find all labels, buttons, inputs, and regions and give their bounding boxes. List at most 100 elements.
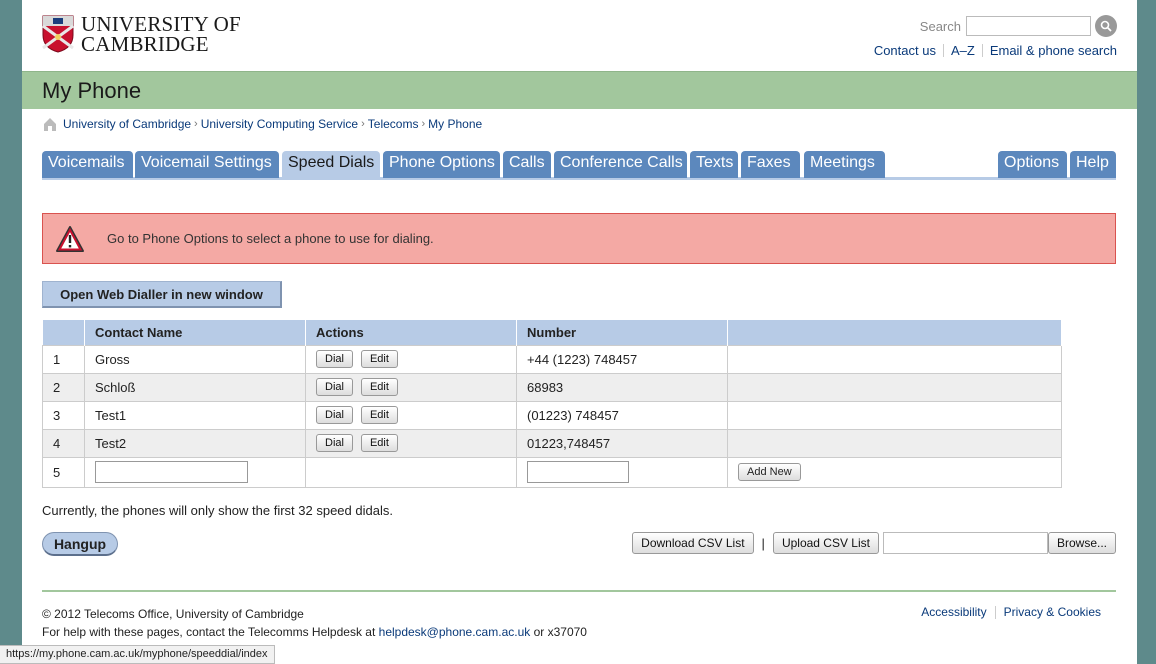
actions-cell: Dial Edit [305,428,517,458]
edit-button[interactable]: Edit [360,406,398,424]
divider [981,44,983,57]
footer-divider [42,590,1116,592]
tab-texts[interactable]: Texts [690,151,738,178]
phone-number: 01223,748457 [516,428,728,458]
header-index [42,320,85,345]
header-extra [727,320,1062,345]
contact-us-link[interactable]: Contact us [874,43,936,58]
tab-options[interactable]: Options [998,151,1067,178]
actions-cell: Dial Edit [305,344,517,374]
new-name-cell [84,456,306,488]
accessibility-link[interactable]: Accessibility [921,605,986,619]
tab-voicemails[interactable]: Voicemails [42,151,133,178]
table-row: 4 Test2 Dial Edit 01223,748457 [42,428,1062,458]
breadcrumb-my-phone[interactable]: My Phone [428,117,482,131]
breadcrumb: University of Cambridge › University Com… [42,116,482,132]
phone-number: (01223) 748457 [516,400,728,430]
edit-button[interactable]: Edit [360,378,398,396]
dial-button[interactable]: Dial [316,378,353,396]
search-button[interactable] [1095,15,1117,37]
header-actions: Actions [305,320,517,345]
table-header-row: Contact Name Actions Number [42,320,1062,345]
contact-name: Gross [84,344,306,374]
tab-meetings[interactable]: Meetings [804,151,885,178]
page: UNIVERSITY OF CAMBRIDGE Search Contact u… [22,0,1137,664]
tab-help[interactable]: Help [1070,151,1116,178]
phone-number: 68983 [516,372,728,402]
add-cell: Add New [727,456,1062,488]
tab-phone-options[interactable]: Phone Options [383,151,500,178]
search-icon [1100,20,1112,32]
new-entry-row: 5 Add New [42,456,1062,488]
file-path-field[interactable] [882,532,1048,554]
search-bar: Search [920,15,1117,37]
hangup-button[interactable]: Hangup [42,532,118,556]
divider [942,44,944,57]
empty-cell [727,400,1062,430]
footer-links: Accessibility Privacy & Cookies [921,605,1101,619]
dial-button[interactable]: Dial [316,434,353,452]
breadcrumb-separator: › [361,118,365,130]
contact-name: Schloß [84,372,306,402]
tab-faxes[interactable]: Faxes [741,151,800,178]
edit-button[interactable]: Edit [360,434,398,452]
logo-line-1: UNIVERSITY OF [81,12,241,36]
phone-number: +44 (1223) 748457 [516,344,728,374]
tab-voicemail-settings[interactable]: Voicemail Settings [135,151,279,178]
breadcrumb-computing-service[interactable]: University Computing Service [201,117,358,131]
home-icon[interactable] [42,116,58,132]
row-index: 5 [42,456,85,488]
breadcrumb-telecoms[interactable]: Telecoms [368,117,419,131]
header-number: Number [516,320,728,345]
warning-alert: Go to Phone Options to select a phone to… [42,213,1116,264]
university-logo[interactable]: UNIVERSITY OF CAMBRIDGE [42,12,241,56]
add-new-button[interactable]: Add New [738,463,801,481]
search-label: Search [919,18,961,34]
helpdesk-email-link[interactable]: helpdesk@phone.cam.ac.uk [379,625,531,639]
new-number-cell [516,456,728,488]
browser-status-url: https://my.phone.cam.ac.uk/myphone/speed… [0,645,275,664]
email-phone-search-link[interactable]: Email & phone search [990,43,1117,58]
table-row: 2 Schloß Dial Edit 68983 [42,372,1062,402]
tab-calls[interactable]: Calls [503,151,551,178]
a-z-link[interactable]: A–Z [951,43,975,58]
csv-controls: Download CSV List | Upload CSV List Brow… [632,532,1116,554]
header-contact-name: Contact Name [84,320,306,345]
row-index: 2 [42,372,85,402]
csv-separator: | [761,535,765,551]
tab-conference-calls[interactable]: Conference Calls [554,151,687,178]
header-links: Contact us A–Z Email & phone search [874,43,1117,58]
privacy-cookies-link[interactable]: Privacy & Cookies [1004,605,1101,619]
row-index: 1 [42,344,85,374]
row-index: 3 [42,400,85,430]
breadcrumb-separator: › [194,118,198,130]
copyright: © 2012 Telecoms Office, University of Ca… [42,607,304,621]
contact-name: Test2 [84,428,306,458]
new-contact-name-input[interactable] [95,461,248,483]
speed-dials-table: Contact Name Actions Number 1 Gross Dial… [42,320,1062,488]
alert-message: Go to Phone Options to select a phone to… [107,231,434,246]
warning-icon [56,225,84,252]
browse-button[interactable]: Browse... [1047,532,1116,554]
upload-csv-button[interactable]: Upload CSV List [772,532,879,554]
open-web-dialler-button[interactable]: Open Web Dialler in new window [42,281,282,308]
empty-cell [727,344,1062,374]
title-bar: My Phone [22,71,1137,109]
logo-line-2: CAMBRIDGE [81,32,209,56]
download-csv-button[interactable]: Download CSV List [632,532,754,554]
divider [994,605,996,619]
dial-button[interactable]: Dial [316,350,353,368]
table-row: 1 Gross Dial Edit +44 (1223) 748457 [42,344,1062,374]
search-input[interactable] [966,16,1091,36]
tab-bar: Voicemails Voicemail Settings Speed Dial… [42,151,1116,180]
table-row: 3 Test1 Dial Edit (01223) 748457 [42,400,1062,430]
new-number-input[interactable] [527,461,629,483]
breadcrumb-separator: › [421,118,426,130]
breadcrumb-university[interactable]: University of Cambridge [63,117,191,131]
help-suffix: or x37070 [533,625,587,639]
dial-button[interactable]: Dial [316,406,353,424]
footer-info: © 2012 Telecoms Office, University of Ca… [42,605,587,641]
edit-button[interactable]: Edit [360,350,398,368]
tab-speed-dials[interactable]: Speed Dials [282,151,380,180]
actions-cell: Dial Edit [305,372,517,402]
